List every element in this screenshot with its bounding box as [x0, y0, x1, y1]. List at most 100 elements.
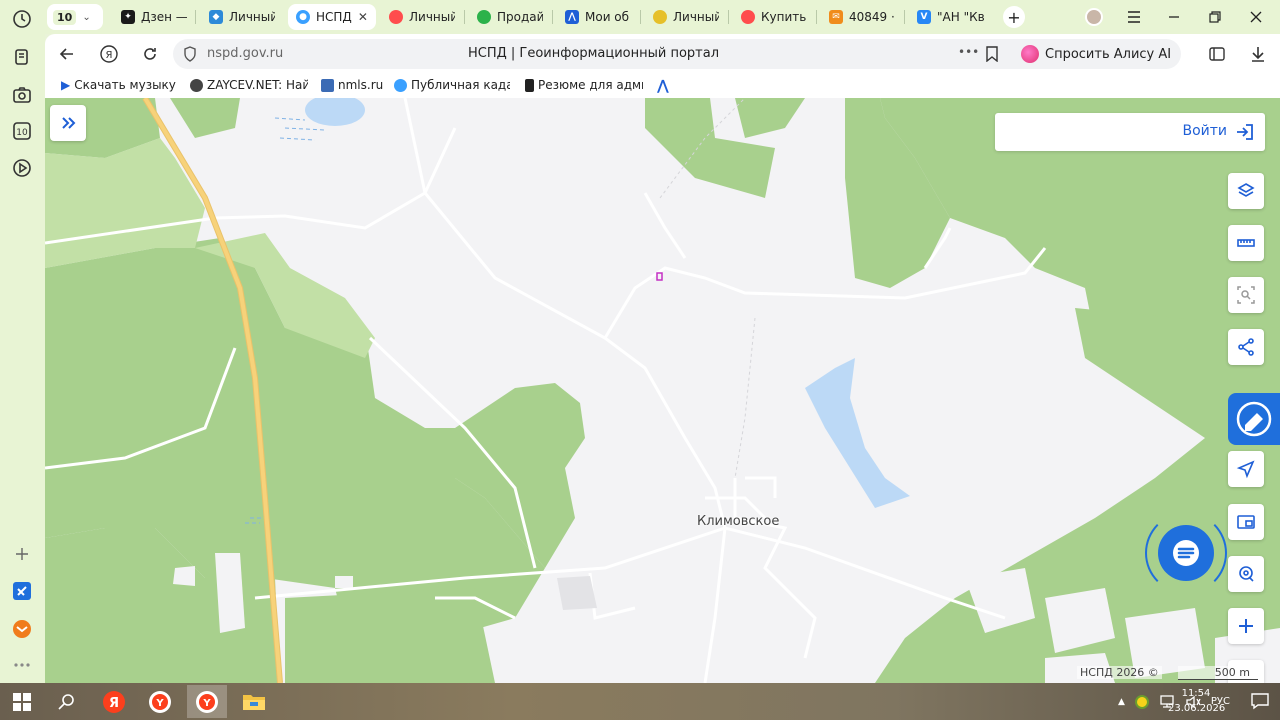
url-text: nspd.gov.ru [207, 46, 284, 61]
search-button[interactable] [47, 685, 87, 718]
tab-label: Дзен — [141, 10, 187, 24]
tab-item[interactable]: ◆ Личный [201, 4, 283, 30]
login-label: Войти [1182, 123, 1227, 139]
history-icon[interactable] [9, 6, 35, 32]
taskbar-yandex-browser[interactable]: Y [140, 685, 180, 718]
coin-favicon-icon [653, 10, 667, 24]
area-select-button[interactable] [1228, 277, 1264, 313]
tab-item[interactable]: Личный [645, 4, 727, 30]
zaycev-icon [190, 78, 203, 92]
tab-item[interactable]: Личный [381, 4, 463, 30]
tab-item-active[interactable]: ● НСПД ✕ [288, 4, 376, 30]
collections-icon[interactable] [9, 44, 35, 70]
tabs-counter-icon[interactable]: 10 [9, 118, 35, 144]
download-icon[interactable] [1246, 42, 1270, 66]
cabinet-favicon-icon: ◆ [209, 10, 223, 24]
restore-icon[interactable] [1203, 6, 1227, 28]
buy-favicon-icon [741, 10, 755, 24]
tab-group-counter[interactable]: 10 ⌄ [47, 4, 103, 30]
notes-app-icon[interactable] [9, 578, 35, 604]
more-icon[interactable] [9, 652, 35, 678]
tab-label: "АН "Кв [937, 10, 985, 24]
svg-text:Я: Я [106, 50, 113, 61]
expand-panel-button[interactable] [50, 105, 86, 141]
close-icon[interactable]: ✕ [358, 10, 368, 24]
page-title: НСПД | Геоинформационный портал [468, 46, 719, 61]
bookmark-item[interactable]: ⋀ [657, 78, 677, 94]
more-options-button[interactable]: ••• [958, 45, 979, 59]
shield-icon[interactable] [183, 46, 197, 65]
ruler-button[interactable] [1228, 225, 1264, 261]
minimize-icon[interactable] [1162, 6, 1186, 28]
start-button[interactable] [2, 685, 42, 718]
tray-app-icon[interactable] [1134, 694, 1149, 709]
bookmark-item[interactable]: nmls.ru [321, 78, 385, 92]
alice-label: Спросить Алису AI [1045, 46, 1172, 62]
reader-icon[interactable] [1205, 42, 1229, 66]
vk-favicon-icon: V [917, 10, 931, 24]
add-panel-icon[interactable] [9, 541, 35, 567]
address-bar-row: Я nspd.gov.ru НСПД | Геоинформационный п… [45, 34, 1280, 74]
taskbar-yandex-app[interactable]: Я [94, 685, 134, 718]
chat-button[interactable] [1158, 525, 1214, 581]
address-bar[interactable]: nspd.gov.ru НСПД | Геоинформационный пор… [173, 39, 1053, 69]
bookmark-item[interactable]: Резюме для адми [525, 78, 643, 92]
gosuslugi-badge[interactable] [1228, 393, 1280, 445]
clock[interactable]: 11:54 23.06.2026 [1168, 686, 1225, 716]
notification-icon [1251, 693, 1269, 710]
reload-button[interactable] [138, 42, 162, 66]
tab-label: Личный [409, 10, 455, 24]
menu-icon[interactable] [1122, 6, 1146, 28]
alice-icon [1021, 45, 1039, 63]
location-search-button[interactable] [1228, 556, 1264, 592]
windows-taskbar: Я Y Y ▲ РУС 11:54 23.06.2026 [0, 683, 1280, 720]
close-window-icon[interactable] [1244, 6, 1268, 28]
zoom-in-button[interactable] [1228, 608, 1264, 644]
chat-icon [1173, 540, 1199, 566]
screenshot-icon[interactable] [9, 82, 35, 108]
bookmark-item[interactable]: ▶ Скачать музыку б [61, 78, 179, 92]
parcel-marker [656, 272, 663, 281]
layers-button[interactable] [1228, 173, 1264, 209]
realty-icon: ⋀ [657, 78, 669, 94]
nmls-icon [321, 78, 334, 92]
yandex-browser-active-icon: Y [196, 690, 218, 713]
minimap-button[interactable] [1228, 504, 1264, 540]
taskbar-yandex-browser-active[interactable]: Y [187, 685, 227, 718]
plus-icon [1239, 619, 1253, 633]
tab-item[interactable]: ✉ 40849 · [821, 4, 903, 30]
bookmark-icon[interactable] [985, 46, 999, 65]
nspd-favicon-icon: ● [296, 10, 310, 24]
tab-label: Личный [229, 10, 275, 24]
map-viewport[interactable]: Войти Климовское НСПД 2026 © 500 m [45, 98, 1280, 683]
new-tab-button[interactable]: + [1003, 6, 1025, 28]
bookmark-item[interactable]: ZAYCEV.NET: Най [190, 78, 308, 92]
tab-item[interactable]: ⋀ Мои об [557, 4, 639, 30]
bookmark-item[interactable]: Публичная кадас [394, 78, 510, 92]
yandex-icon: Я [103, 690, 125, 713]
layers-icon [1237, 183, 1255, 197]
taskbar-file-explorer[interactable] [234, 685, 274, 718]
geolocation-button[interactable] [1228, 451, 1264, 487]
yandex-button[interactable]: Я [97, 42, 121, 66]
tab-item[interactable]: Купить [733, 4, 815, 30]
back-button[interactable] [55, 42, 79, 66]
profile-avatar[interactable] [1082, 6, 1106, 28]
search-icon [58, 693, 74, 710]
new-tab-label: + [1007, 7, 1021, 27]
share-button[interactable] [1228, 329, 1264, 365]
tab-item[interactable]: V "АН "Кв [909, 4, 997, 30]
notifications-button[interactable] [1250, 691, 1270, 711]
bookmarks-bar: ▶ Скачать музыку б ZAYCEV.NET: Най nmls.… [45, 74, 1280, 98]
video-icon[interactable] [9, 155, 35, 181]
tab-item[interactable]: ✦ Дзен — [113, 4, 195, 30]
bookmark-label: ZAYCEV.NET: Най [207, 78, 308, 92]
tab-item[interactable]: Продай [469, 4, 551, 30]
mail-app-icon[interactable] [9, 616, 35, 642]
map-copyright: НСПД 2026 © [1077, 666, 1162, 679]
ask-alice-button[interactable]: Спросить Алису AI [1015, 39, 1182, 69]
tab-label: Продай [497, 10, 543, 24]
tab-label: Мои об [585, 10, 630, 24]
tray-expand-icon[interactable]: ▲ [1118, 697, 1125, 707]
login-button[interactable]: Войти [995, 113, 1265, 151]
